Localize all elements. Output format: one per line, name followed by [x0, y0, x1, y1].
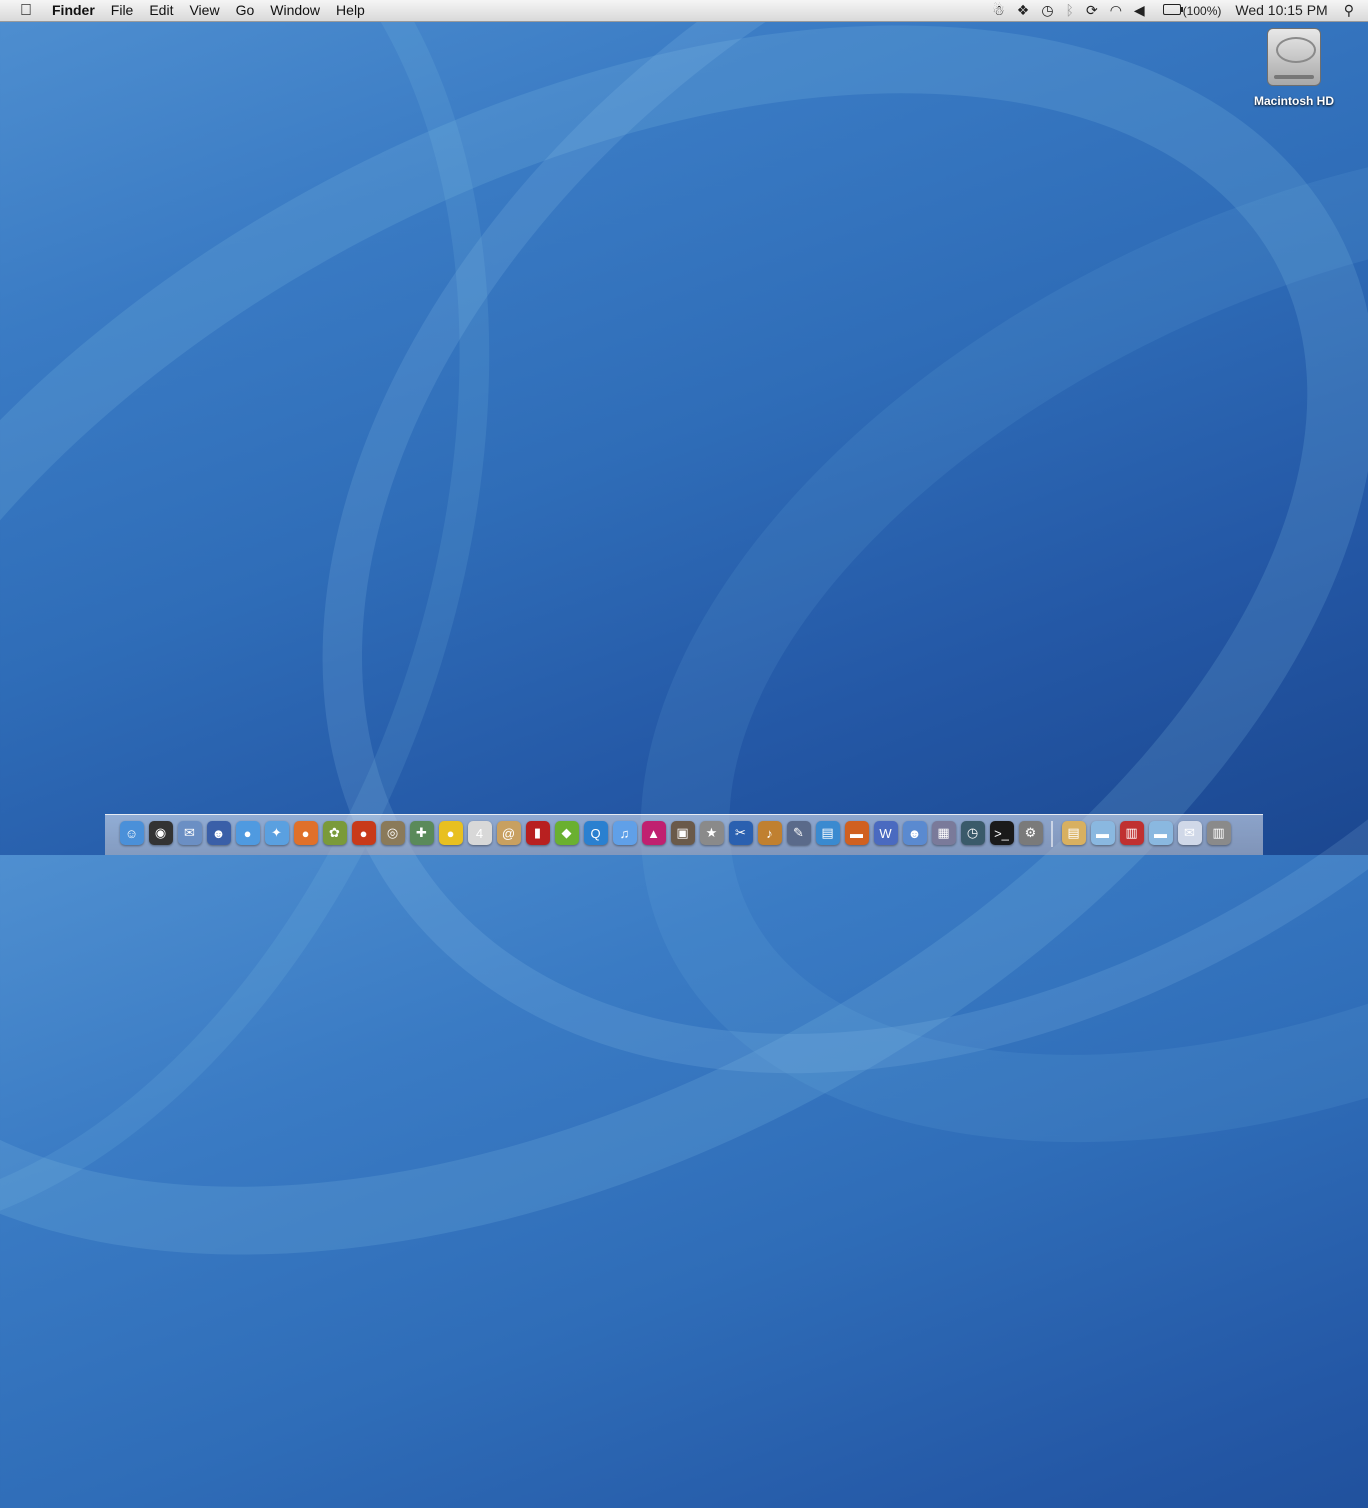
finder-icon[interactable]: ☺: [119, 821, 144, 845]
mail-stack-icon[interactable]: ✉: [1177, 821, 1202, 845]
garageband-icon[interactable]: ♪: [757, 821, 782, 845]
time-machine-icon[interactable]: ◷: [1035, 0, 1059, 21]
itunes-icon[interactable]: ♫: [612, 821, 637, 845]
photo-booth-icon[interactable]: ▮: [525, 821, 550, 845]
wallpaper-swoosh: [0, 0, 663, 1373]
bluetooth-icon[interactable]: ᛒ: [1060, 0, 1080, 21]
menu-help[interactable]: Help: [328, 0, 373, 21]
system-prefs-icon[interactable]: ⚙: [1018, 821, 1043, 845]
stickies-icon[interactable]: ✚: [409, 821, 434, 845]
status-menus: ☃ ❖ ◷ ᛒ ⟳ ◠ ◀ (100%) Wed 10:15 PM ⚲: [986, 0, 1368, 21]
keynote-icon[interactable]: ▬: [844, 821, 869, 845]
dropbox-icon[interactable]: ❖: [1011, 0, 1036, 21]
menu-view[interactable]: View: [181, 0, 227, 21]
wifi-icon[interactable]: ◠: [1104, 0, 1128, 21]
address-book-icon[interactable]: @: [496, 821, 521, 845]
iphoto-icon[interactable]: ▲: [641, 821, 666, 845]
desktop-icon-label: Macintosh HD: [1253, 94, 1334, 108]
quicktime-icon[interactable]: Q: [583, 821, 608, 845]
menu-bar:  Finder File Edit View Go Window Help ☃…: [0, 0, 1368, 22]
time-machine-app-icon[interactable]: ◷: [960, 821, 985, 845]
iweb-icon[interactable]: ✎: [786, 821, 811, 845]
spotlight-icon[interactable]: ⚲: [1338, 0, 1368, 21]
menu-window[interactable]: Window: [262, 0, 328, 21]
final-cut-icon[interactable]: ✂: [728, 821, 753, 845]
terminal-icon[interactable]: >_: [989, 821, 1014, 845]
image-capture-icon[interactable]: ▦: [931, 821, 956, 845]
evernote-icon[interactable]: ◆: [554, 821, 579, 845]
growl-icon[interactable]: ☃: [986, 0, 1011, 21]
menu-edit[interactable]: Edit: [141, 0, 181, 21]
menu-clock[interactable]: Wed 10:15 PM: [1227, 0, 1337, 21]
desktop-icon-macintosh-hd[interactable]: Macintosh HD: [1250, 28, 1338, 108]
camino-icon[interactable]: ●: [351, 821, 376, 845]
mail-icon[interactable]: ✉: [177, 821, 202, 845]
safari-icon[interactable]: ✦: [264, 821, 289, 845]
volume-icon[interactable]: ◀: [1128, 0, 1151, 21]
firefox-icon[interactable]: ●: [293, 821, 318, 845]
duck-icon[interactable]: ●: [438, 821, 463, 845]
wallpaper-swoosh: [0, 0, 1368, 1508]
adium-icon[interactable]: ☻: [206, 821, 231, 845]
textmate-icon[interactable]: W: [873, 821, 898, 845]
folder-2-icon[interactable]: ▬: [1148, 821, 1173, 845]
menu-app-finder[interactable]: Finder: [52, 0, 103, 21]
apple-icon[interactable]: : [0, 0, 52, 21]
people-icon[interactable]: ☻: [902, 821, 927, 845]
documents-stack-icon[interactable]: ▤: [1061, 821, 1086, 845]
wallpaper-swoosh: [83, 0, 1368, 1336]
menu-go[interactable]: Go: [228, 0, 263, 21]
owl-icon[interactable]: ◎: [380, 821, 405, 845]
folder-icon[interactable]: ▬: [1090, 821, 1115, 845]
menu-file[interactable]: File: [103, 0, 142, 21]
dock-separator: [1051, 821, 1053, 847]
ichat-icon[interactable]: ●: [235, 821, 260, 845]
trash-icon[interactable]: ▥: [1206, 821, 1231, 845]
battery-percent: (100%): [1182, 3, 1222, 18]
ical-icon[interactable]: 4: [467, 821, 492, 845]
battery-icon[interactable]: (100%): [1151, 0, 1228, 22]
hard-drive-icon: [1267, 28, 1321, 86]
sync-icon[interactable]: ⟳: [1080, 0, 1104, 21]
preview-icon[interactable]: ▣: [670, 821, 695, 845]
cyberduck-icon[interactable]: ✿: [322, 821, 347, 845]
dock: ☺ ◉ ✉ ☻ ● ✦ ● ✿ ● ◎ ✚ ● 4 @ ▮ ◆ Q ♫ ▲ ▣ ★ ✂ ♪ ✎ ▤ ▬ W ☻ ▦ ◷ >_ ⚙ ▤ ▬ ▥ ▬ ✉ ▥: [105, 814, 1263, 855]
imovie-icon[interactable]: ★: [699, 821, 724, 845]
pdf-stack-icon[interactable]: ▥: [1119, 821, 1144, 845]
numbers-icon[interactable]: ▤: [815, 821, 840, 845]
dashboard-icon[interactable]: ◉: [148, 821, 173, 845]
wallpaper-swoosh: [485, 0, 1368, 1343]
